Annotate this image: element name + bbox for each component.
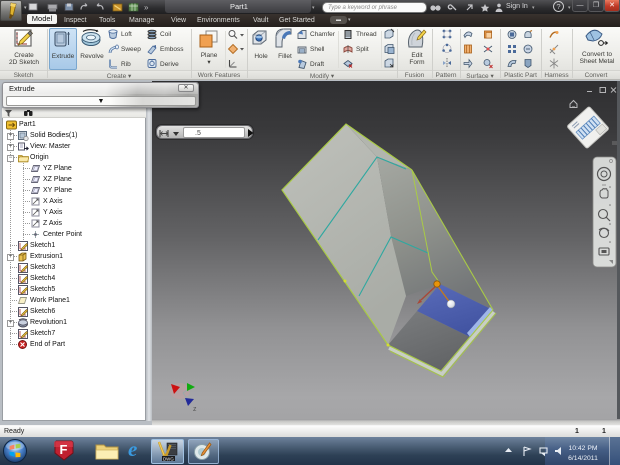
svg-text:DWG: DWG: [163, 457, 174, 462]
svg-text:z: z: [193, 406, 197, 413]
svg-text:F: F: [60, 442, 68, 457]
